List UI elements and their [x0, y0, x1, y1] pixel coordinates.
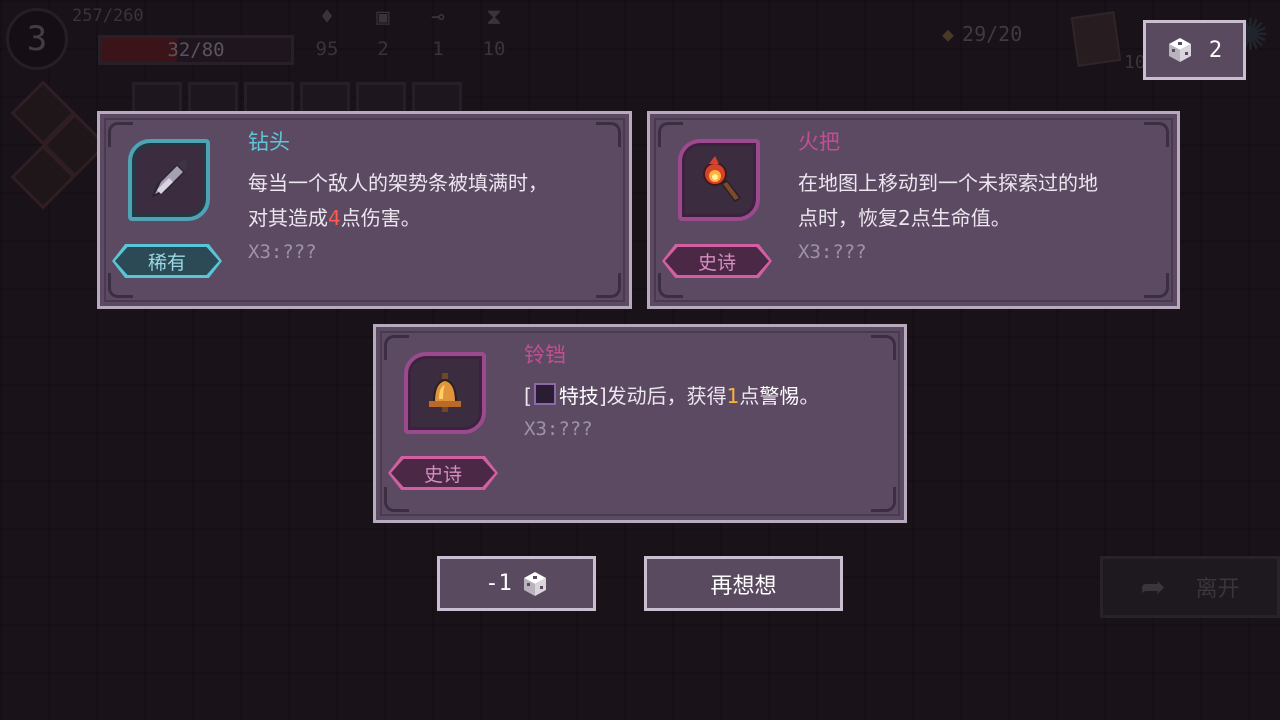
relic-frame — [678, 139, 760, 221]
cube-counter: 2 — [1143, 20, 1246, 80]
relic-name: 铃铛 — [524, 343, 566, 367]
drill-icon — [151, 158, 187, 198]
rarity-badge: 史诗 — [662, 244, 772, 278]
reroll-cost: -1 — [485, 571, 512, 596]
skill-tag-icon — [533, 383, 556, 405]
relic-description: 在地图上移动到一个未探索过的地 点时，恢复2点生命值。 — [798, 171, 1098, 230]
relic-x3: X3:??? — [798, 241, 867, 263]
relic-description: 每当一个敌人的架势条被填满时， 对其造成4点伤害。 — [248, 171, 548, 230]
think-again-button[interactable]: 再想想 — [644, 556, 843, 611]
relic-card-torch[interactable]: 史诗 火把 在地图上移动到一个未探索过的地 点时，恢复2点生命值。 X3:??? — [647, 111, 1180, 309]
relic-description: [特技]发动后，获得1点警惕。 — [524, 383, 820, 408]
relic-frame — [404, 352, 486, 434]
relic-card-bell[interactable]: 史诗 铃铛 [特技]发动后，获得1点警惕。 X3:??? — [373, 324, 907, 523]
reroll-button[interactable]: -1 — [437, 556, 596, 611]
relic-x3: X3:??? — [524, 418, 593, 440]
rarity-badge: 稀有 — [112, 244, 222, 278]
torch-icon — [703, 156, 741, 202]
relic-name: 钻头 — [248, 130, 290, 154]
cube-icon — [1168, 38, 1191, 62]
rarity-badge: 史诗 — [388, 456, 498, 490]
relic-card-drill[interactable]: 稀有 钻头 每当一个敌人的架势条被填满时， 对其造成4点伤害。 X3:??? — [97, 111, 632, 309]
bell-icon — [429, 373, 461, 412]
relic-name: 火把 — [798, 130, 840, 154]
cube-icon — [523, 571, 546, 596]
relic-x3: X3:??? — [248, 241, 317, 263]
relic-frame — [128, 139, 210, 221]
cube-count: 2 — [1208, 37, 1223, 63]
